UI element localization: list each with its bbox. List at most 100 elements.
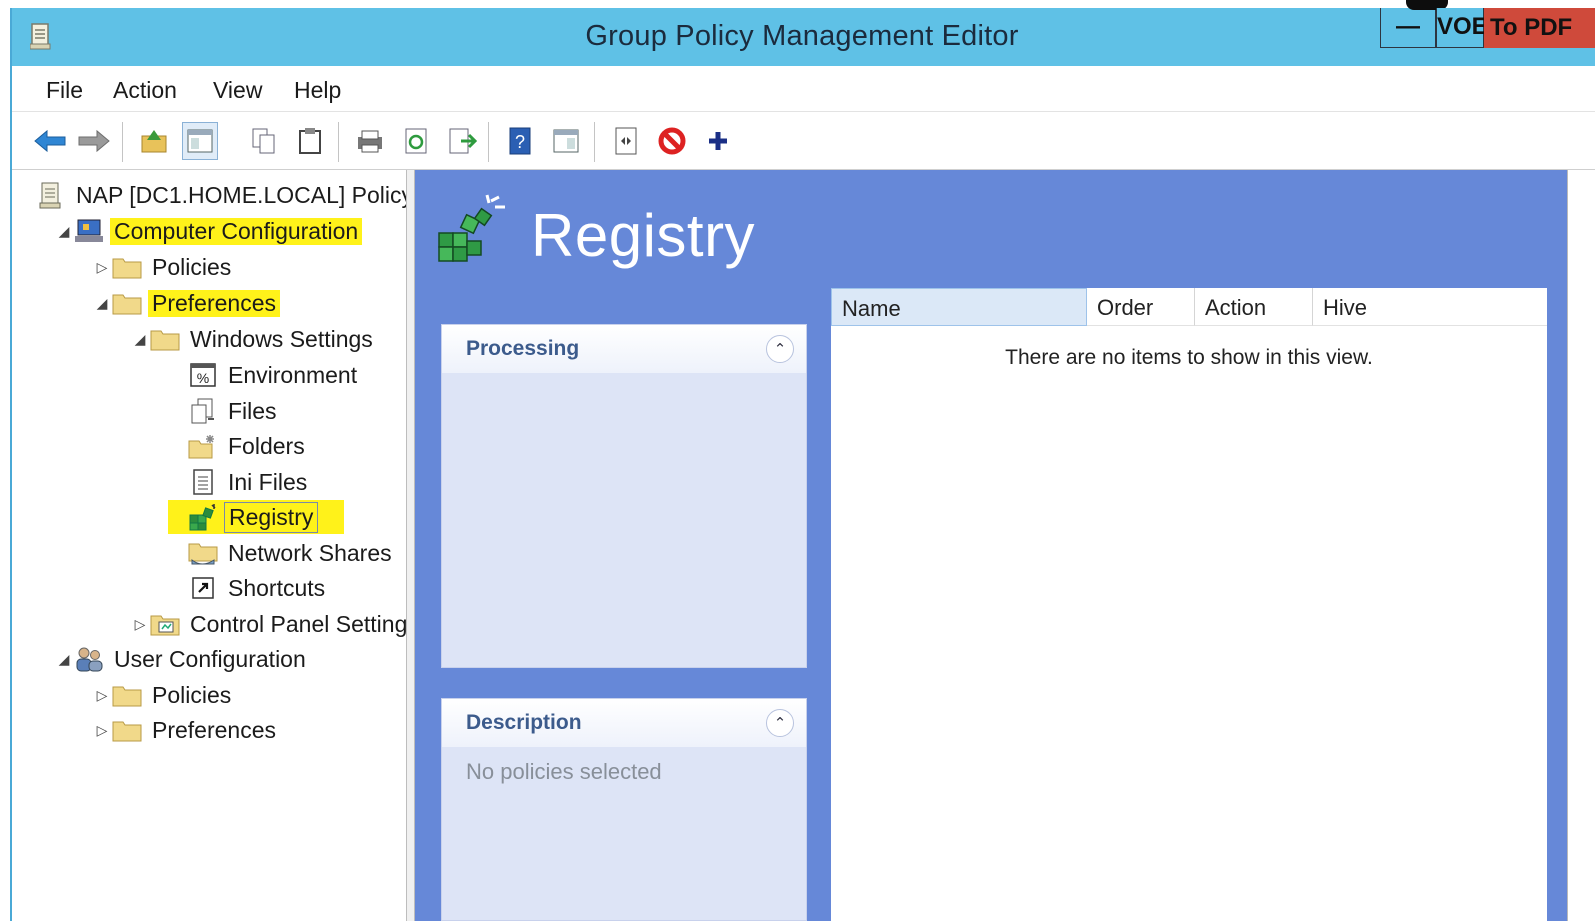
tree-label-uc-preferences: Preferences	[152, 716, 277, 743]
expand-arrow-icon[interactable]: ▷	[130, 616, 150, 633]
folder-icon	[112, 289, 142, 317]
expand-arrow-icon[interactable]: ▷	[92, 687, 112, 704]
details-pane: Registry Processing ⌃ Description ⌃ No p…	[415, 170, 1567, 921]
show-action-pane-icon[interactable]	[548, 122, 584, 160]
tree-node-environment[interactable]: % Environment	[188, 358, 361, 392]
window-title: Group Policy Management Editor	[585, 20, 1019, 52]
folder-icon	[112, 716, 142, 744]
collapse-arrow-icon[interactable]: ◢	[54, 223, 74, 240]
tree-label-shortcuts: Shortcuts	[228, 574, 326, 601]
empty-list-message: There are no items to show in this view.	[1005, 346, 1373, 369]
gpme-window: Group Policy Management Editor — VOE To …	[10, 0, 1595, 921]
files-icon	[188, 397, 218, 425]
menu-bar: File Action View Help	[12, 66, 1595, 112]
column-header-hive[interactable]: Hive	[1313, 288, 1547, 326]
tree-label-computer-configuration: Computer Configuration	[110, 217, 363, 245]
tree-label-control-panel-settings: Control Panel Settings	[190, 610, 407, 637]
registry-large-icon	[435, 193, 515, 278]
processing-title: Processing	[466, 337, 580, 360]
tree-node-ini-files[interactable]: Ini Files	[188, 465, 311, 499]
add-icon[interactable]	[700, 122, 736, 160]
export-list-icon[interactable]	[444, 122, 480, 160]
folders-icon	[188, 432, 218, 460]
menu-file[interactable]: File	[42, 75, 87, 106]
description-title: Description	[466, 711, 582, 734]
column-header-action[interactable]: Action	[1195, 288, 1313, 326]
minimize-button[interactable]: —	[1380, 8, 1436, 48]
tree-label-windows-settings: Windows Settings	[190, 325, 373, 352]
copy-icon[interactable]	[246, 122, 282, 160]
tree-node-control-panel-settings[interactable]: ▷ Control Panel Settings	[130, 607, 407, 641]
tree-node-user-configuration[interactable]: ◢ User Configuration	[54, 642, 310, 676]
maximize-button[interactable]: VOE	[1436, 8, 1488, 48]
folder-icon	[112, 681, 142, 709]
column-header-name[interactable]: Name	[831, 288, 1087, 326]
menu-help[interactable]: Help	[290, 75, 345, 106]
description-header: Description ⌃	[442, 699, 806, 747]
help-icon[interactable]: ?	[502, 122, 538, 160]
description-text: No policies selected	[466, 759, 662, 784]
registry-heading: Registry	[435, 190, 755, 280]
tree-node-files[interactable]: Files	[188, 394, 281, 428]
paste-icon[interactable]	[292, 122, 328, 160]
ini-file-icon	[188, 468, 218, 496]
policy-document-icon	[36, 181, 66, 209]
tree-label-registry: Registry	[224, 501, 319, 533]
forward-arrow-icon[interactable]	[76, 122, 112, 160]
tree-node-uc-preferences[interactable]: ▷ Preferences	[92, 713, 280, 747]
tree-label-ini-files: Ini Files	[228, 468, 308, 495]
network-share-icon	[188, 539, 218, 567]
computer-icon	[74, 217, 104, 245]
tree-node-shortcuts[interactable]: Shortcuts	[188, 571, 329, 605]
up-folder-icon[interactable]	[136, 122, 172, 160]
tree-label-cc-policies: Policies	[152, 253, 232, 280]
disable-icon[interactable]	[654, 122, 690, 160]
collapse-arrow-icon[interactable]: ◢	[92, 295, 112, 312]
items-list-view[interactable]: Name Order Action Hive There are no item…	[831, 288, 1547, 921]
collapse-chevron-icon[interactable]: ⌃	[766, 335, 794, 363]
control-panel-icon	[150, 610, 180, 638]
collapse-arrow-icon[interactable]: ◢	[54, 651, 74, 668]
expand-arrow-icon[interactable]: ▷	[92, 722, 112, 739]
collapse-arrow-icon[interactable]: ◢	[130, 331, 150, 348]
environment-icon: %	[188, 361, 218, 389]
tree-node-root[interactable]: NAP [DC1.HOME.LOCAL] Policy	[36, 178, 407, 212]
refresh-icon[interactable]	[398, 122, 434, 160]
menu-action[interactable]: Action	[109, 75, 181, 106]
print-icon[interactable]	[352, 122, 388, 160]
shortcut-icon	[188, 574, 218, 602]
tree-label-cc-preferences: Preferences	[148, 289, 281, 317]
folder-icon	[112, 253, 142, 281]
expand-arrow-icon[interactable]: ▷	[92, 259, 112, 276]
title-bar[interactable]: Group Policy Management Editor — VOE To …	[12, 0, 1595, 66]
column-header-order[interactable]: Order	[1087, 288, 1195, 326]
toolbar: ?	[12, 112, 1595, 170]
pane-splitter[interactable]	[407, 170, 415, 921]
svg-text:%: %	[197, 370, 209, 386]
tree-label-uc-policies: Policies	[152, 681, 232, 708]
tree-label-root: NAP [DC1.HOME.LOCAL] Policy	[76, 181, 407, 208]
tree-node-cc-policies[interactable]: ▷ Policies	[92, 250, 235, 284]
tree-label-files: Files	[228, 397, 277, 424]
tree-node-computer-configuration[interactable]: ◢ Computer Configuration	[54, 214, 363, 248]
console-tree: NAP [DC1.HOME.LOCAL] Policy ◢ Computer C…	[26, 170, 407, 921]
tree-label-network-shares: Network Shares	[228, 539, 392, 566]
tree-node-network-shares[interactable]: Network Shares	[188, 536, 396, 570]
back-arrow-icon[interactable]	[32, 122, 68, 160]
close-button[interactable]: To PDF	[1484, 8, 1595, 48]
properties-icon[interactable]	[608, 122, 644, 160]
show-hide-tree-icon[interactable]	[182, 122, 218, 160]
svg-text:?: ?	[515, 132, 525, 152]
menu-view[interactable]: View	[209, 75, 266, 106]
tree-node-registry[interactable]: Registry	[168, 500, 345, 534]
tree-node-uc-policies[interactable]: ▷ Policies	[92, 678, 235, 712]
window-controls: — VOE To PDF	[1380, 0, 1595, 48]
tree-node-windows-settings[interactable]: ◢ Windows Settings	[130, 322, 377, 356]
folder-icon	[150, 325, 180, 353]
window-right-edge	[1567, 170, 1595, 921]
registry-icon	[188, 503, 218, 531]
collapse-chevron-icon[interactable]: ⌃	[766, 709, 794, 737]
tree-node-folders[interactable]: Folders	[188, 429, 309, 463]
page-title: Registry	[531, 201, 756, 269]
tree-node-cc-preferences[interactable]: ◢ Preferences	[92, 286, 281, 320]
